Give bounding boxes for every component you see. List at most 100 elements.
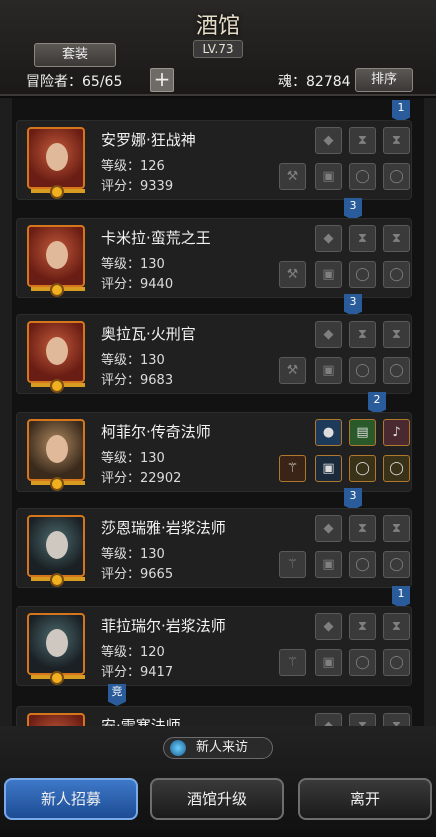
hero-badge: 3 [344,294,362,316]
armor-icon[interactable]: ▣ [315,163,342,190]
drop-icon[interactable]: ◆ [315,127,342,154]
hourglass-icon[interactable]: ⧗ [383,713,410,726]
axe-icon[interactable]: ⚒ [279,163,306,190]
hero-name: 奥拉瓦·火刑官 [101,325,196,343]
staff-icon[interactable]: ⚚ [279,455,306,482]
hero-card[interactable]: 安罗娜·狂战神 等级：126 评分：9339 ◆ ⧗ ⧗ ⚒ ▣ ◯ ◯ [16,120,412,200]
armor-icon[interactable]: ▣ [315,455,342,482]
visitor-icon [170,740,186,756]
hourglass-icon[interactable]: ⧗ [349,225,376,252]
ring-icon[interactable]: ◯ [349,357,376,384]
hero-card[interactable]: 莎恩瑞雅·岩浆法师 等级：130 评分：9665 ◆ ⧗ ⧗ ⚚ ▣ ◯ ◯ [16,508,412,588]
axe-icon[interactable]: ⚒ [279,261,306,288]
hero-level: 等级：120 [101,645,165,660]
orb-icon[interactable]: ● [315,419,342,446]
new-visitor-label: 新人来访 [196,740,249,755]
tavern-upgrade-button[interactable]: 酒馆升级 [150,778,284,820]
adventurer-count: 冒险者：65/65 [26,74,123,90]
ring-icon[interactable]: ◯ [349,649,376,676]
hero-badge: 1 [392,100,410,122]
hourglass-icon[interactable]: ⧗ [383,321,410,348]
horn-icon[interactable]: ♪ [383,419,410,446]
hero-name: 卡米拉·蛮荒之王 [101,229,211,247]
hero-score: 评分：9683 [101,373,174,388]
armor-icon[interactable]: ▣ [315,357,342,384]
drop-icon[interactable]: ◆ [315,613,342,640]
hero-portrait [27,225,85,297]
ring-icon[interactable]: ◯ [383,163,410,190]
hero-card[interactable]: 菲拉瑞尔·岩浆法师 等级：120 评分：9417 ◆ ⧗ ⧗ ⚚ ▣ ◯ ◯ [16,606,412,686]
hourglass-icon[interactable]: ⧗ [383,127,410,154]
hourglass-icon[interactable]: ⧗ [383,515,410,542]
armor-icon[interactable]: ▣ [315,261,342,288]
hero-level: 等级：126 [101,159,165,174]
ring-icon[interactable]: ◯ [383,551,410,578]
outfit-button[interactable]: 套装 [34,43,116,67]
hourglass-icon[interactable]: ⧗ [349,713,376,726]
sort-button[interactable]: 排序 [355,68,413,92]
tavern-level-badge: LV.73 [193,40,243,58]
drop-icon[interactable]: ◆ [315,515,342,542]
hero-card[interactable]: 安·雷寒法师 ◆ ⧗ ⧗ [16,706,412,726]
hero-score: 评分：9665 [101,567,174,582]
axe-icon[interactable]: ⚒ [279,357,306,384]
hero-level: 等级：130 [101,353,165,368]
leave-button[interactable]: 离开 [298,778,432,820]
hero-score: 评分：9440 [101,277,174,292]
ring-icon[interactable]: ◯ [383,649,410,676]
hourglass-icon[interactable]: ⧗ [383,613,410,640]
hero-card[interactable]: 柯菲尔·传奇法师 等级：130 评分：22902 ● ▤ ♪ ⚚ ▣ ◯ ◯ [16,412,412,492]
hero-score: 评分：22902 [101,471,182,486]
soul-count: 魂：82784 [278,74,351,90]
hero-badge: 3 [344,198,362,220]
hourglass-icon[interactable]: ⧗ [349,127,376,154]
hourglass-icon[interactable]: ⧗ [349,515,376,542]
hero-portrait [27,127,85,199]
hourglass-icon[interactable]: ⧗ [349,321,376,348]
hero-badge: 2 [368,392,386,414]
drop-icon[interactable]: ◆ [315,225,342,252]
hero-name: 菲拉瑞尔·岩浆法师 [101,617,226,635]
hero-portrait [27,613,85,685]
hourglass-icon[interactable]: ⧗ [349,613,376,640]
hero-level: 等级：130 [101,257,165,272]
scroll-icon[interactable]: ▤ [349,419,376,446]
page-title: 酒馆 [195,14,240,39]
hero-score: 评分：9417 [101,665,174,680]
ring-icon[interactable]: ◯ [383,261,410,288]
ring-icon[interactable]: ◯ [349,163,376,190]
hero-score: 评分：9339 [101,179,174,194]
hero-name: 安罗娜·狂战神 [101,131,196,149]
hero-level: 等级：130 [101,547,165,562]
staff-icon[interactable]: ⚚ [279,649,306,676]
add-adventurer-button[interactable]: + [150,68,174,92]
ring-icon[interactable]: ◯ [349,455,376,482]
ring-icon[interactable]: ◯ [349,261,376,288]
hero-card[interactable]: 奥拉瓦·火刑官 等级：130 评分：9683 ◆ ⧗ ⧗ ⚒ ▣ ◯ ◯ [16,314,412,394]
staff-icon[interactable]: ⚚ [279,551,306,578]
hero-level: 等级：130 [101,451,165,466]
hero-name: 安·雷寒法师 [101,717,181,726]
ring-icon[interactable]: ◯ [383,455,410,482]
hero-name: 莎恩瑞雅·岩浆法师 [101,519,226,537]
armor-icon[interactable]: ▣ [315,551,342,578]
drop-icon[interactable]: ◆ [315,321,342,348]
ring-icon[interactable]: ◯ [383,357,410,384]
hero-badge: 1 [392,586,410,608]
hero-portrait [27,515,85,587]
new-visitor-button[interactable]: 新人来访 [163,737,273,759]
hero-portrait [27,419,85,491]
hero-portrait [27,321,85,393]
hourglass-icon[interactable]: ⧗ [383,225,410,252]
hero-list[interactable]: 1 安罗娜·狂战神 等级：126 评分：9339 ◆ ⧗ ⧗ ⚒ ▣ ◯ ◯ 3… [0,98,436,726]
recruit-button[interactable]: 新人招募 [4,778,138,820]
hero-badge: 3 [344,488,362,510]
top-bar: 酒馆 LV.73 套装 冒险者：65/65 + 魂：82784 排序 [0,0,436,96]
drop-icon[interactable]: ◆ [315,713,342,726]
hero-name: 柯菲尔·传奇法师 [101,423,211,441]
hero-portrait [27,713,85,726]
hero-badge: 竞 [108,684,126,706]
armor-icon[interactable]: ▣ [315,649,342,676]
ring-icon[interactable]: ◯ [349,551,376,578]
hero-card[interactable]: 卡米拉·蛮荒之王 等级：130 评分：9440 ◆ ⧗ ⧗ ⚒ ▣ ◯ ◯ [16,218,412,298]
